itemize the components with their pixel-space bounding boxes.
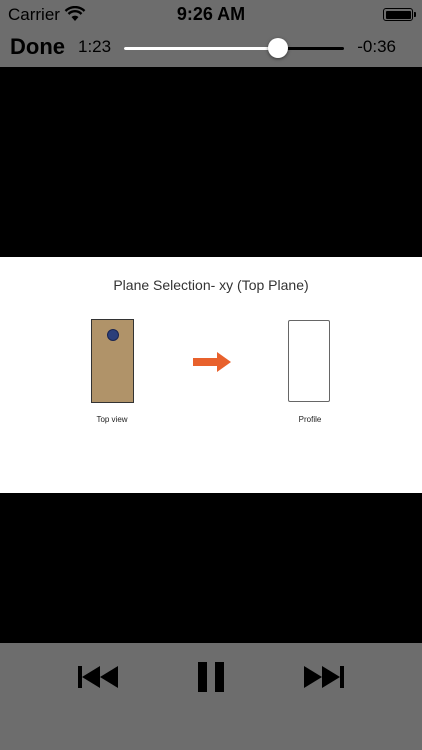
done-button[interactable]: Done: [10, 34, 65, 60]
playback-scrubber[interactable]: [124, 38, 344, 58]
video-slide: Plane Selection- xy (Top Plane) Top view…: [0, 257, 422, 493]
profile-caption: Profile: [298, 415, 322, 424]
remaining-time: -0:36: [357, 37, 396, 56]
profile-rectangle: [288, 320, 330, 402]
pause-icon[interactable]: [198, 662, 224, 692]
video-area[interactable]: Plane Selection- xy (Top Plane) Top view…: [0, 67, 422, 643]
right-arrow-icon: [193, 352, 231, 372]
elapsed-time: 1:23: [78, 37, 112, 56]
status-time: 9:26 AM: [176, 4, 246, 24]
scrubber-played-track: [124, 47, 278, 50]
player-top-bar: Done 1:23 -0:36: [0, 30, 422, 67]
status-bar: Carrier 9:26 AM: [0, 0, 422, 30]
slide-title: Plane Selection- xy (Top Plane): [113, 277, 309, 293]
hole-circle: [107, 329, 119, 341]
fast-forward-icon[interactable]: [300, 665, 344, 689]
battery-icon: [383, 8, 416, 21]
player-controls: [0, 643, 422, 750]
top-view-block: [91, 319, 134, 403]
scrubber-thumb[interactable]: [268, 38, 288, 58]
rewind-icon[interactable]: [78, 665, 122, 689]
top-view-caption: Top view: [96, 415, 128, 424]
